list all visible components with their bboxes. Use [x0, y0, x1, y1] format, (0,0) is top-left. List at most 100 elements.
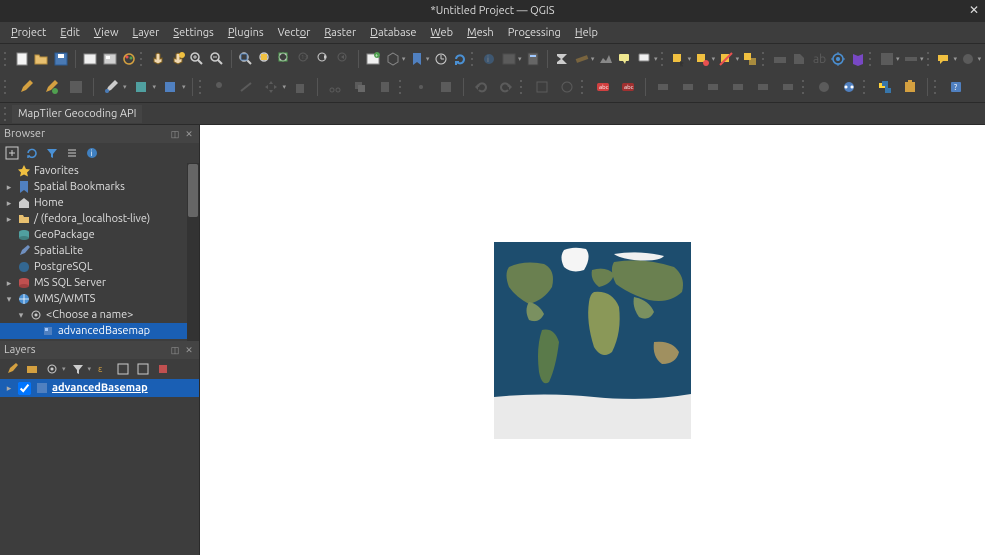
browser-item[interactable]: ▸/ (fedora_localhost-live): [0, 211, 199, 227]
panel-close-icon[interactable]: ✕: [183, 344, 195, 356]
add-layer-icon[interactable]: [4, 145, 20, 161]
plugin-abc-darkred-button[interactable]: abc: [617, 76, 639, 98]
select-by-location-button[interactable]: [742, 48, 759, 70]
panel-undock-icon[interactable]: ◫: [169, 344, 181, 356]
toolbar-grip[interactable]: [199, 78, 205, 96]
web-tool-2-button[interactable]: [838, 76, 860, 98]
add-point-button[interactable]: [210, 76, 232, 98]
toolbar-grip[interactable]: [4, 78, 10, 96]
toolbar-grip[interactable]: [4, 50, 9, 68]
properties-icon[interactable]: i: [84, 145, 100, 161]
measure-button[interactable]: [902, 48, 919, 70]
toolbar-grip[interactable]: [927, 50, 932, 68]
toolbar-grip[interactable]: [471, 50, 476, 68]
plugin-abc-red-button[interactable]: abc: [592, 76, 614, 98]
statistical-summary-button[interactable]: [554, 48, 571, 70]
select-features-button[interactable]: [670, 48, 687, 70]
tree-arrow-icon[interactable]: ▸: [4, 214, 14, 225]
style-manager-button[interactable]: [121, 48, 138, 70]
vertex-tool-button[interactable]: [410, 76, 432, 98]
no-action-button[interactable]: [960, 48, 977, 70]
label-tool-5-button[interactable]: [752, 76, 774, 98]
browser-item[interactable]: ▸MS SQL Server: [0, 275, 199, 291]
toolbar-grip[interactable]: [863, 78, 869, 96]
panel-undock-icon[interactable]: ◫: [169, 128, 181, 140]
paste-button[interactable]: [374, 76, 396, 98]
browser-item[interactable]: ▾WMS/WMTS: [0, 291, 199, 307]
expand-arrow-icon[interactable]: ▸: [4, 383, 14, 394]
menu-processing[interactable]: Processing: [501, 25, 568, 41]
attributes-toolbar-button[interactable]: [878, 48, 895, 70]
label-tool-6-button[interactable]: [777, 76, 799, 98]
deselect-all-button[interactable]: [718, 48, 735, 70]
menu-project[interactable]: Project: [4, 25, 53, 41]
zoom-out-button[interactable]: [209, 48, 226, 70]
annotation-button[interactable]: [636, 48, 653, 70]
tree-arrow-icon[interactable]: ▾: [16, 310, 26, 321]
new-vector-layer-button[interactable]: [791, 48, 808, 70]
refresh-button[interactable]: [452, 48, 469, 70]
new-shapefile-button[interactable]: [159, 76, 181, 98]
toolbar-grip[interactable]: [661, 50, 666, 68]
toolbar-grip[interactable]: [4, 105, 10, 123]
digitizing-mode-button[interactable]: [556, 76, 578, 98]
tree-arrow-icon[interactable]: ▸: [4, 278, 14, 289]
tree-arrow-icon[interactable]: ▸: [4, 182, 14, 193]
edits-button[interactable]: [15, 76, 37, 98]
toolbar-grip[interactable]: [140, 50, 145, 68]
maptips-button[interactable]: [617, 48, 634, 70]
toolbar-grip[interactable]: [934, 78, 940, 96]
digitize-button[interactable]: [100, 76, 122, 98]
scrollbar[interactable]: [187, 163, 199, 341]
move-feature-button[interactable]: [260, 76, 282, 98]
maptiler-button[interactable]: [849, 48, 866, 70]
manage-themes-icon[interactable]: [44, 361, 60, 377]
open-data-source-button[interactable]: [771, 48, 788, 70]
add-line-button[interactable]: [235, 76, 257, 98]
add-group-icon[interactable]: [24, 361, 40, 377]
show-layout-manager-button[interactable]: [101, 48, 118, 70]
new-3d-map-view-button[interactable]: [384, 48, 401, 70]
toolbar-grip[interactable]: [399, 78, 405, 96]
show-tips-button[interactable]: [936, 48, 953, 70]
label-button[interactable]: abc: [810, 48, 827, 70]
panel-close-icon[interactable]: ✕: [183, 128, 195, 140]
layer-visibility-checkbox[interactable]: [18, 382, 31, 395]
label-tool-2-button[interactable]: [677, 76, 699, 98]
zoom-full-button[interactable]: [238, 48, 255, 70]
browser-item[interactable]: ▸Home: [0, 195, 199, 211]
new-project-button[interactable]: [14, 48, 31, 70]
toggle-editing-button[interactable]: [40, 76, 62, 98]
toolbar-grip[interactable]: [581, 78, 587, 96]
layer-item[interactable]: ▸ advancedBasemap: [0, 379, 199, 397]
menu-vector[interactable]: Vector: [271, 25, 318, 41]
collapse-all-icon[interactable]: [135, 361, 151, 377]
refresh-icon[interactable]: [24, 145, 40, 161]
digitizing-shape-button[interactable]: [531, 76, 553, 98]
toolbar-grip[interactable]: [520, 78, 526, 96]
toolbar-grip[interactable]: [762, 50, 767, 68]
pan-to-selection-button[interactable]: [170, 48, 187, 70]
remove-layer-icon[interactable]: [155, 361, 171, 377]
browser-item[interactable]: ▸Spatial Bookmarks: [0, 179, 199, 195]
menu-plugins[interactable]: Plugins: [221, 25, 271, 41]
toolbar-grip[interactable]: [802, 78, 808, 96]
modify-attributes-button[interactable]: [435, 76, 457, 98]
zoom-in-button[interactable]: [189, 48, 206, 70]
map-canvas[interactable]: [200, 125, 985, 555]
zoom-last-button[interactable]: [316, 48, 333, 70]
pan-map-button[interactable]: [150, 48, 167, 70]
save-project-button[interactable]: [53, 48, 70, 70]
identify-button[interactable]: i: [481, 48, 498, 70]
zoom-to-selection-button[interactable]: [257, 48, 274, 70]
label-tool-4-button[interactable]: [727, 76, 749, 98]
undo-button[interactable]: [470, 76, 492, 98]
measure-line-button[interactable]: [573, 48, 590, 70]
new-map-view-button[interactable]: +: [365, 48, 382, 70]
collapse-all-icon[interactable]: [64, 145, 80, 161]
toolbox-button[interactable]: [830, 48, 847, 70]
plugins-button[interactable]: [899, 76, 921, 98]
browser-tree[interactable]: Favorites▸Spatial Bookmarks▸Home▸/ (fedo…: [0, 163, 199, 341]
zoom-next-button[interactable]: [336, 48, 353, 70]
menu-raster[interactable]: Raster: [317, 25, 363, 41]
